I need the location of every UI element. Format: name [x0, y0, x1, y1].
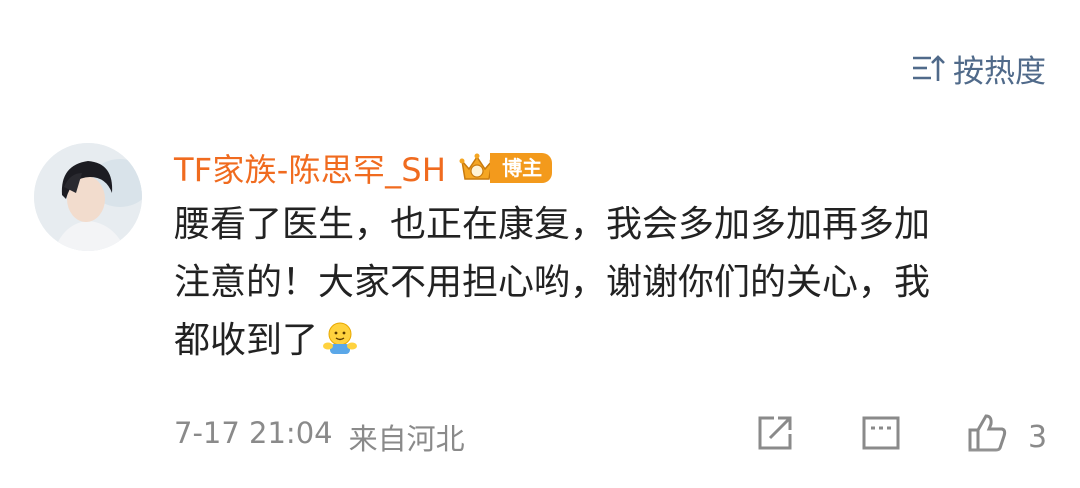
bottom-fade-overlay: [740, 448, 1080, 488]
badge-label: 博主: [490, 153, 553, 183]
comment-meta: 7-17 21:04 来自河北: [174, 416, 465, 458]
sort-label: 按热度: [953, 53, 1046, 90]
comment-line-text: 都收到了: [174, 320, 319, 361]
comment-line: 腰看了医生，也正在康复，我会多加多加再多加: [174, 204, 931, 245]
comment-text: 腰看了医生，也正在康复，我会多加多加再多加 注意的！大家不用担心哟，谢谢你们的关…: [174, 196, 1024, 370]
avatar[interactable]: [34, 143, 142, 251]
blogger-badge: 博主: [458, 148, 553, 188]
sort-by-hot-button[interactable]: 按热度: [911, 48, 1046, 90]
hug-emoji-icon: [323, 322, 358, 354]
comment-line: 注意的！大家不用担心哟，谢谢你们的关心，我: [174, 262, 931, 303]
sort-icon: [913, 55, 945, 81]
comment-time: 7-17 21:04: [174, 416, 333, 450]
username[interactable]: TF家族-陈思罕_SH: [174, 145, 446, 191]
comment-line-last: 都收到了: [174, 312, 1024, 370]
comment-location: 来自河北: [348, 422, 465, 456]
